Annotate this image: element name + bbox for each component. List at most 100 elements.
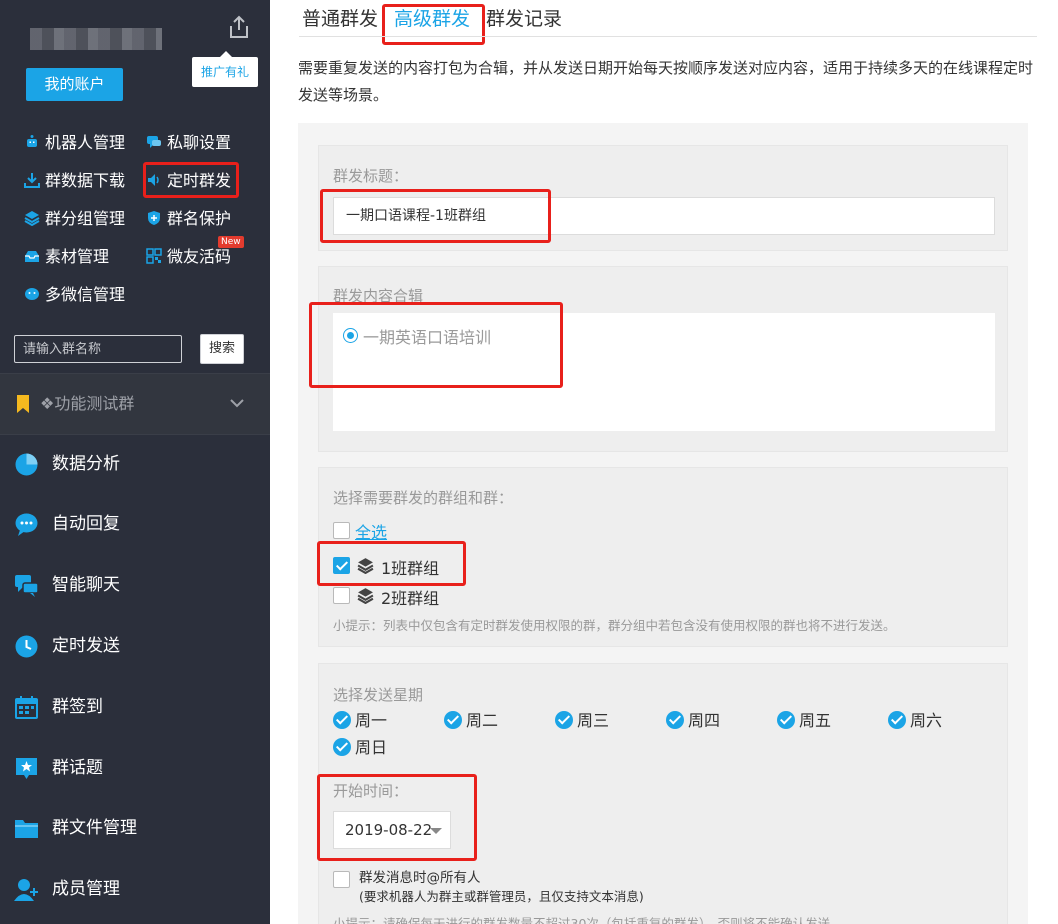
share-icon[interactable] (226, 14, 252, 40)
content-card: 群发内容合辑 一期英语口语培训 (318, 266, 1008, 452)
select-all-checkbox[interactable] (333, 522, 350, 539)
nav-label: 定时发送 (52, 636, 120, 656)
nav-member-management[interactable]: 成员管理 (0, 860, 270, 920)
current-group-name: ❖功能测试群 (40, 394, 135, 413)
menu-label: 群分组管理 (45, 209, 126, 228)
at-all-label: 群发消息时@所有人 (359, 870, 481, 886)
page-description: 需要重复发送的内容打包为合辑，并从发送日期开始每天按顺序发送对应内容，适用于持续… (298, 59, 1034, 104)
my-account-button[interactable]: 我的账户 (26, 68, 123, 101)
menu-label: 私聊设置 (167, 133, 232, 152)
new-badge: New (218, 236, 244, 248)
group-checkbox-2[interactable] (333, 587, 350, 604)
menu-label: 定时群发 (167, 171, 232, 190)
inbox-icon (25, 251, 39, 262)
content-option-label[interactable]: 一期英语口语培训 (363, 324, 491, 348)
weekday-fri[interactable]: 周五 (777, 710, 831, 732)
start-date-select[interactable]: 2019-08-22 (333, 811, 451, 849)
group-search-input[interactable] (14, 335, 182, 363)
content-label: 群发内容合辑 (333, 287, 424, 305)
shield-icon (148, 211, 160, 225)
pie-chart-icon (15, 453, 38, 476)
layers-icon (24, 211, 40, 226)
menu-material-management[interactable]: 素材管理 (24, 245, 109, 269)
at-all-checkbox[interactable] (333, 871, 350, 888)
nav-label: 智能聊天 (52, 575, 120, 595)
layers-icon (357, 588, 374, 604)
search-button[interactable]: 搜索 (200, 334, 244, 364)
menu-label: 素材管理 (45, 247, 110, 266)
caret-down-icon (430, 828, 442, 834)
menu-group-name-protection[interactable]: 群名保护 (146, 207, 231, 231)
chevron-down-icon[interactable] (230, 398, 244, 408)
weekday-sun[interactable]: 周日 (333, 737, 387, 759)
tab-normal-broadcast[interactable]: 普通群发 (302, 6, 378, 32)
nav-smart-chat[interactable]: 智能聊天 (0, 556, 270, 616)
current-group-selector[interactable]: ❖功能测试群 (0, 373, 270, 435)
speaker-icon (148, 174, 159, 186)
weekday-wed[interactable]: 周三 (555, 710, 609, 732)
group-checkbox-1[interactable] (333, 557, 350, 574)
menu-label: 机器人管理 (45, 133, 126, 152)
menu-private-chat-settings[interactable]: 私聊设置 (146, 131, 231, 155)
nav-label: 群文件管理 (52, 818, 137, 838)
weekday-tue[interactable]: 周二 (444, 710, 498, 732)
check-circle-icon (333, 711, 351, 729)
check-circle-icon (888, 711, 906, 729)
chat-bubbles-icon (15, 575, 39, 597)
check-circle-icon (444, 711, 462, 729)
nav-label: 成员管理 (52, 879, 120, 899)
nav-group-checkin[interactable]: 群签到 (0, 678, 270, 738)
title-card: 群发标题： 一期口语课程-1班群组 (318, 145, 1008, 251)
nav-auto-reply[interactable]: 自动回复 (0, 495, 270, 555)
check-circle-icon (777, 711, 795, 729)
weekday-sat[interactable]: 周六 (888, 710, 942, 732)
nav-group-topic[interactable]: 群话题 (0, 739, 270, 799)
menu-scheduled-broadcast[interactable]: 定时群发 (146, 169, 231, 193)
nav-label: 群话题 (52, 758, 103, 778)
wechat-icon (25, 288, 39, 300)
nav-group-file-management[interactable]: 群文件管理 (0, 799, 270, 859)
folder-icon (15, 820, 38, 838)
menu-label: 多微信管理 (45, 285, 126, 304)
download-icon (24, 173, 40, 188)
group-name-2: 2班群组 (381, 589, 440, 608)
menu-label: 微友活码 (167, 247, 232, 266)
start-time-label: 开始时间： (333, 782, 409, 800)
chat-icon (147, 136, 161, 148)
groups-label: 选择需要群发的群组和群： (333, 489, 514, 507)
menu-label: 群数据下载 (45, 171, 126, 190)
menu-robot-management[interactable]: 机器人管理 (24, 131, 125, 155)
groups-card: 选择需要群发的群组和群： 全选 1班群组 2班群组 小提示：列表中仅包含有定时群… (318, 467, 1008, 647)
menu-label: 群名保护 (167, 209, 232, 228)
group-name-1: 1班群组 (381, 559, 440, 578)
schedule-card: 选择发送星期 周一 周二 周三 周四 周五 周六 周日 开始时间： 2019-0… (318, 663, 1008, 924)
nav-scheduled-send[interactable]: 定时发送 (0, 617, 270, 677)
weekday-thu[interactable]: 周四 (666, 710, 720, 732)
select-all-link[interactable]: 全选 (355, 519, 387, 543)
nav-data-analysis[interactable]: 数据分析 (0, 435, 270, 495)
content-radio[interactable] (343, 328, 358, 343)
tab-broadcast-history[interactable]: 群发记录 (486, 6, 562, 32)
tab-divider (299, 36, 1037, 37)
member-icon (14, 879, 38, 901)
menu-multi-wechat-management[interactable]: 多微信管理 (24, 283, 125, 307)
main-content: 普通群发 高级群发 群发记录 需要重复发送的内容打包为合辑，并从发送日期开始每天… (270, 0, 1058, 924)
qrcode-icon (146, 248, 162, 264)
check-circle-icon (555, 711, 573, 729)
menu-live-qrcode[interactable]: 微友活码 (146, 245, 231, 269)
broadcast-title-input[interactable]: 一期口语课程-1班群组 (333, 197, 995, 235)
menu-group-data-download[interactable]: 群数据下载 (24, 169, 125, 193)
weekday-mon[interactable]: 周一 (333, 710, 387, 732)
reply-bubble-icon (15, 513, 38, 536)
topic-star-icon (16, 758, 37, 779)
nav-label: 自动回复 (52, 514, 120, 534)
tab-advanced-broadcast[interactable]: 高级群发 (394, 6, 470, 32)
weekday-label: 选择发送星期 (333, 686, 424, 704)
menu-group-category-management[interactable]: 群分组管理 (24, 207, 125, 231)
nav-label: 群签到 (52, 697, 103, 717)
at-all-note: (要求机器人为群主或群管理员，且仅支持文本消息) (359, 889, 644, 904)
layers-icon (357, 558, 374, 574)
promo-tooltip[interactable]: 推广有礼 (192, 51, 258, 87)
clock-icon (15, 635, 38, 658)
check-circle-icon (666, 711, 684, 729)
